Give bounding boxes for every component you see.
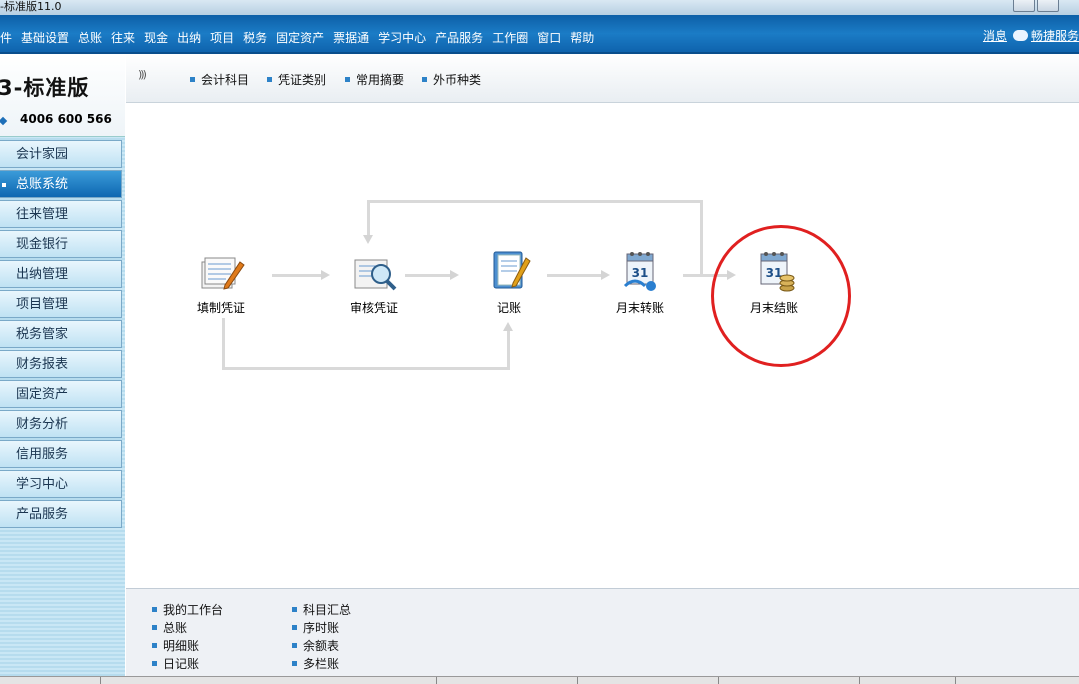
maximize-button[interactable] bbox=[1037, 0, 1059, 12]
quicklink-account-summary[interactable]: 科目汇总 bbox=[292, 601, 351, 618]
bullet-icon bbox=[292, 625, 297, 630]
voucher-audit-icon bbox=[354, 259, 397, 291]
sidebar-item[interactable]: 项目管理 bbox=[0, 290, 122, 318]
menu-bar: 件基础设置 总账 往来 现金 出纳 项目 税务 固定资产 票据通 学习中心 产品服务 工作圈 窗口 帮助 … bbox=[0, 15, 1079, 54]
loop-line bbox=[222, 318, 225, 370]
sidebar: 3-标准版 4006 600 566 会计家园 总账系统 往来管理 现金银行 出纳管理项… bbox=[0, 54, 125, 676]
menu-item[interactable]: 票据通 bbox=[333, 31, 369, 45]
hotline-number: 4006 600 566 bbox=[20, 112, 112, 126]
node-month-end-transfer[interactable]: 31 月末转账 bbox=[609, 246, 671, 316]
svg-text:31: 31 bbox=[632, 266, 649, 280]
node-fill-voucher[interactable]: 填制凭证 bbox=[190, 248, 252, 316]
bullet-icon bbox=[292, 607, 297, 612]
menu-item[interactable]: 产品服务 bbox=[435, 31, 483, 45]
expand-chevron-icon[interactable]: ))) bbox=[138, 68, 147, 81]
voucher-edit-icon bbox=[201, 257, 245, 290]
sidebar-item[interactable]: 财务报表 bbox=[0, 350, 122, 378]
arrow-head-icon bbox=[503, 322, 513, 331]
quicklink-detail-ledger[interactable]: 明细账 bbox=[152, 637, 199, 654]
menu-item[interactable]: 现金 bbox=[144, 31, 168, 45]
bullet-icon bbox=[345, 77, 350, 82]
bullet-icon bbox=[292, 661, 297, 666]
bullet-icon bbox=[292, 643, 297, 648]
sidebar-item[interactable]: 总账系统 bbox=[0, 170, 122, 198]
bookkeeping-icon bbox=[493, 251, 531, 289]
menu-item[interactable]: 出纳 bbox=[177, 31, 201, 45]
sub-nav: ))) 会计科目 凭证类别 常用摘要 外币种类 bbox=[126, 54, 1079, 103]
node-audit-voucher[interactable]: 审核凭证 bbox=[343, 248, 405, 316]
brand-panel: 3-标准版 4006 600 566 bbox=[0, 54, 125, 137]
bullet-icon bbox=[267, 77, 272, 82]
subnav-accounts[interactable]: 会计科目 bbox=[190, 71, 249, 88]
bullet-icon bbox=[152, 643, 157, 648]
quicklink-workbench[interactable]: 我的工作台 bbox=[152, 601, 223, 618]
sidebar-item[interactable]: 会计家园 bbox=[0, 140, 122, 168]
arrow-head-icon bbox=[363, 235, 373, 244]
quicklink-ledger[interactable]: 总账 bbox=[152, 619, 187, 636]
menu-item[interactable]: 基础设置 bbox=[21, 31, 69, 45]
messages-link[interactable]: 消息 bbox=[983, 29, 1007, 43]
minimize-button[interactable] bbox=[1013, 0, 1035, 12]
chat-bubble-icon bbox=[1012, 30, 1028, 41]
quicklink-balance-sheet[interactable]: 余额表 bbox=[292, 637, 339, 654]
node-label: 审核凭证 bbox=[349, 301, 398, 315]
sidebar-item[interactable]: 现金银行 bbox=[0, 230, 122, 258]
node-bookkeeping[interactable]: 记账 bbox=[478, 246, 540, 316]
subnav-voucher-types[interactable]: 凭证类别 bbox=[267, 71, 326, 88]
sidebar-item[interactable]: 出纳管理 bbox=[0, 260, 122, 288]
bullet-icon bbox=[152, 625, 157, 630]
loop-line bbox=[507, 331, 510, 370]
arrow-line bbox=[272, 274, 322, 277]
menu-item[interactable]: 帮助 bbox=[570, 31, 594, 45]
subnav-common-summary[interactable]: 常用摘要 bbox=[345, 71, 404, 88]
sidebar-item[interactable]: 信用服务 bbox=[0, 440, 122, 468]
sidebar-item[interactable]: 往来管理 bbox=[0, 200, 122, 228]
menu-item[interactable]: 往来 bbox=[111, 31, 135, 45]
product-name: 3-标准版 bbox=[0, 76, 90, 100]
arrow-head-icon bbox=[450, 270, 459, 280]
menu-item[interactable]: 税务 bbox=[243, 31, 267, 45]
bullet-icon bbox=[152, 661, 157, 666]
menu-item[interactable]: 窗口 bbox=[537, 31, 561, 45]
menu-right: 消息 畅捷服务 bbox=[983, 27, 1079, 44]
bullet-icon bbox=[152, 607, 157, 612]
menu-item[interactable]: 学习中心 bbox=[378, 31, 426, 45]
arrow-head-icon bbox=[321, 270, 330, 280]
sidebar-item[interactable]: 固定资产 bbox=[0, 380, 122, 408]
menu-item[interactable]: 工作圈 bbox=[492, 31, 528, 45]
title-bar: -标准版11.0 bbox=[0, 0, 1079, 15]
loop-line bbox=[700, 200, 703, 275]
month-end-transfer-icon: 31 bbox=[623, 252, 656, 291]
service-link[interactable]: 畅捷服务 bbox=[1031, 29, 1079, 43]
bullet-icon bbox=[422, 77, 427, 82]
subnav-currency[interactable]: 外币种类 bbox=[422, 71, 481, 88]
sidebar-item[interactable]: 税务管家 bbox=[0, 320, 122, 348]
sidebar-item[interactable]: 财务分析 bbox=[0, 410, 122, 438]
menu-item[interactable]: 总账 bbox=[78, 31, 102, 45]
loop-line bbox=[367, 200, 370, 236]
menu-items: 件基础设置 总账 往来 现金 出纳 项目 税务 固定资产 票据通 学习中心 产品服务 工作圈 窗口 帮助 bbox=[0, 29, 603, 46]
sidebar-item[interactable]: 学习中心 bbox=[0, 470, 122, 498]
bullet-icon bbox=[190, 77, 195, 82]
node-label: 月末转账 bbox=[615, 301, 664, 315]
loop-line bbox=[367, 200, 703, 203]
window-title: -标准版11.0 bbox=[0, 0, 62, 13]
loop-line bbox=[222, 367, 510, 370]
diamond-icon bbox=[0, 116, 8, 126]
menu-item[interactable]: 固定资产 bbox=[276, 31, 324, 45]
quick-links-panel: 我的工作台 总账 明细账 日记账 科目汇总 序时账 余额表 多栏账 bbox=[126, 588, 1079, 677]
sidebar-item[interactable]: 产品服务 bbox=[0, 500, 122, 528]
quicklink-journal[interactable]: 日记账 bbox=[152, 655, 199, 672]
quicklink-multi-column[interactable]: 多栏账 bbox=[292, 655, 339, 672]
node-label: 记账 bbox=[496, 301, 521, 315]
arrow-line bbox=[405, 274, 451, 277]
node-label: 填制凭证 bbox=[196, 301, 245, 315]
highlight-circle bbox=[711, 225, 851, 367]
arrow-line bbox=[547, 274, 602, 277]
menu-item[interactable]: 项目 bbox=[210, 31, 234, 45]
menu-item[interactable]: 件 bbox=[0, 31, 12, 45]
quicklink-chronological[interactable]: 序时账 bbox=[292, 619, 339, 636]
flow-canvas bbox=[126, 103, 1079, 588]
